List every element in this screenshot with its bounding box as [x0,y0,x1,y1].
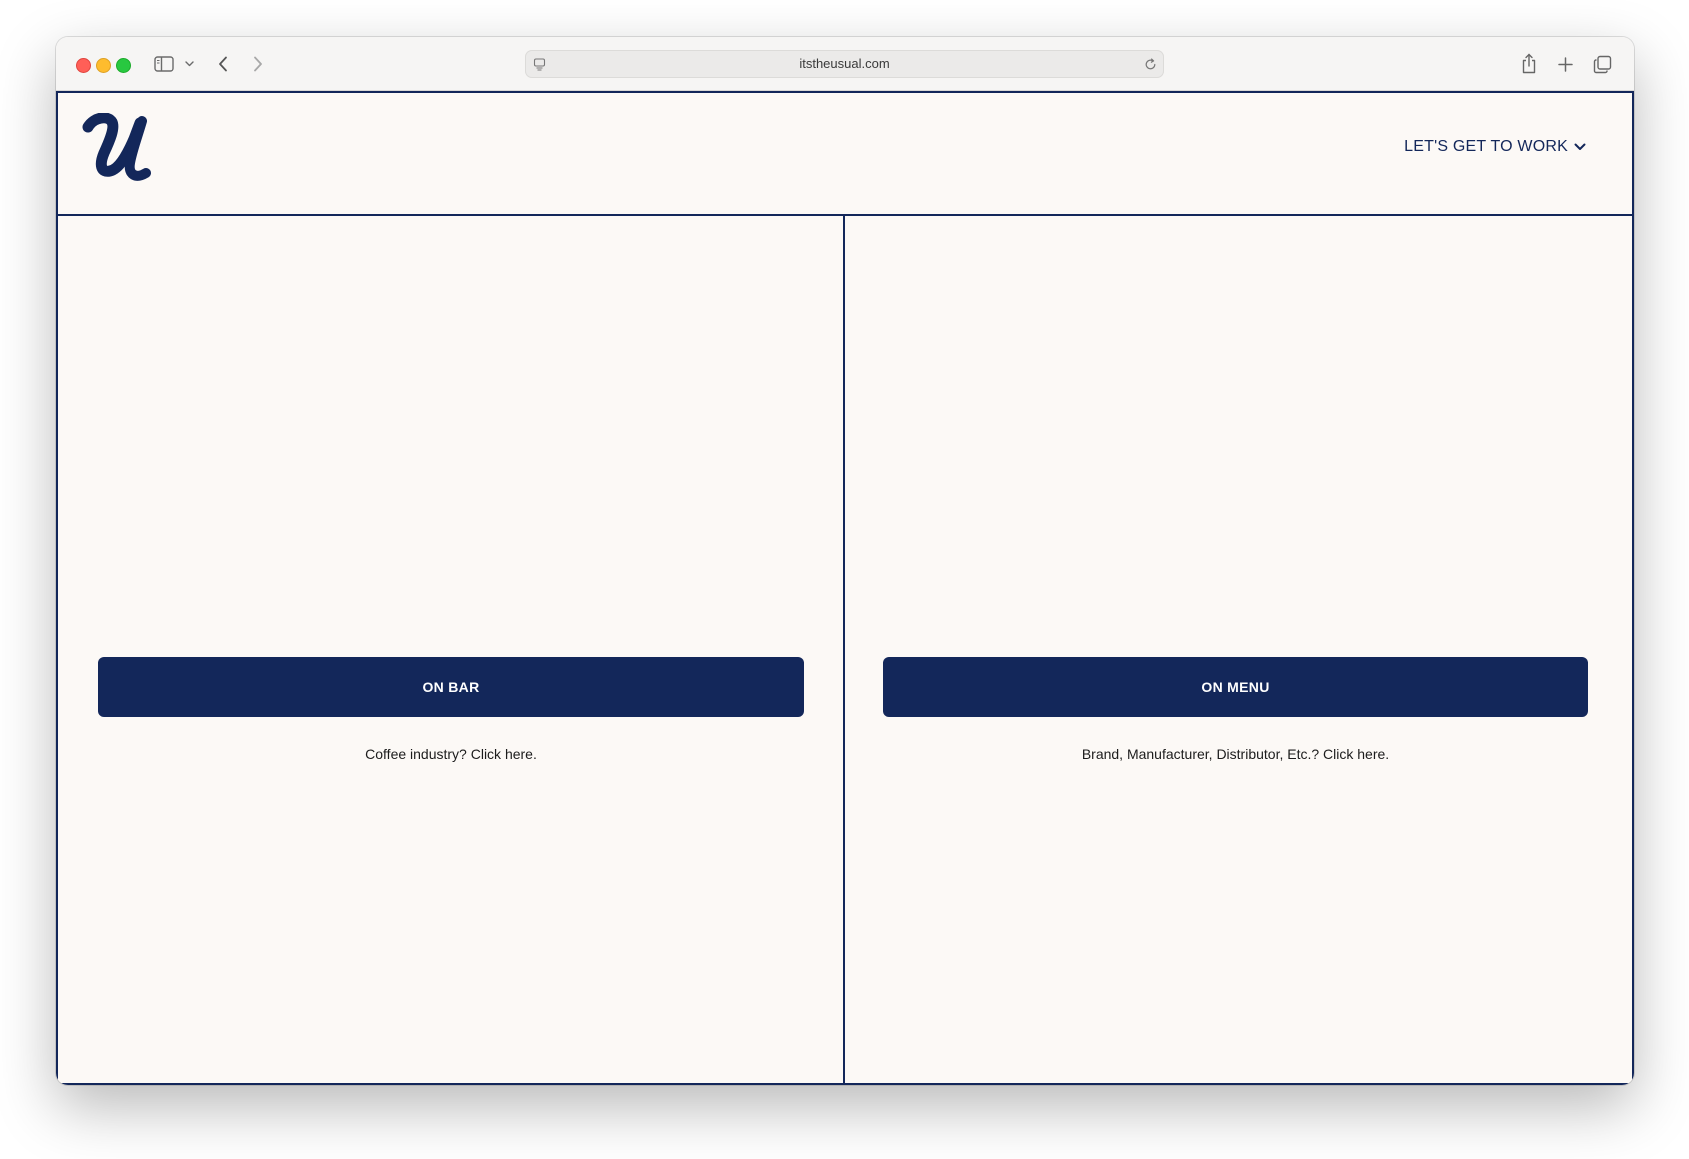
script-u-logo[interactable] [82,112,158,190]
site-header: LET'S GET TO WORK [58,93,1632,216]
browser-toolbar: itstheusual.com [56,37,1634,91]
chevron-down-icon[interactable] [183,57,195,71]
share-icon[interactable] [1519,51,1539,75]
tab-overview-icon[interactable] [1591,53,1613,75]
on-menu-caption: Brand, Manufacturer, Distributor, Etc.? … [1081,746,1390,762]
address-bar[interactable]: itstheusual.com [525,50,1164,78]
lets-get-to-work-menu[interactable]: LET'S GET TO WORK [1404,138,1586,156]
on-bar-caption: Coffee industry? Click here. [365,746,537,762]
url-text: itstheusual.com [799,56,890,71]
sidebar-icon[interactable] [153,54,175,74]
new-tab-icon[interactable] [1555,54,1575,74]
minimize-window-button[interactable] [96,58,111,73]
forward-arrow-icon[interactable] [249,54,267,74]
split-panels: ON BAR Coffee industry? Click here. ON M… [58,216,1632,1083]
on-bar-panel: ON BAR Coffee industry? Click here. [58,216,845,1083]
close-window-button[interactable] [76,58,91,73]
browser-window: itstheusual.com LET'S GET TO WORK ON BAR… [56,37,1634,1085]
on-menu-panel: ON MENU Brand, Manufacturer, Distributor… [845,216,1632,1083]
web-page: LET'S GET TO WORK ON BAR Coffee industry… [56,91,1634,1085]
reload-icon[interactable] [1142,56,1158,72]
back-arrow-icon[interactable] [214,54,232,74]
chevron-down-icon [1574,138,1586,156]
on-menu-button[interactable]: ON MENU [883,657,1588,717]
nav-cta-label: LET'S GET TO WORK [1404,138,1568,155]
on-bar-button[interactable]: ON BAR [98,657,804,717]
zoom-window-button[interactable] [116,58,131,73]
